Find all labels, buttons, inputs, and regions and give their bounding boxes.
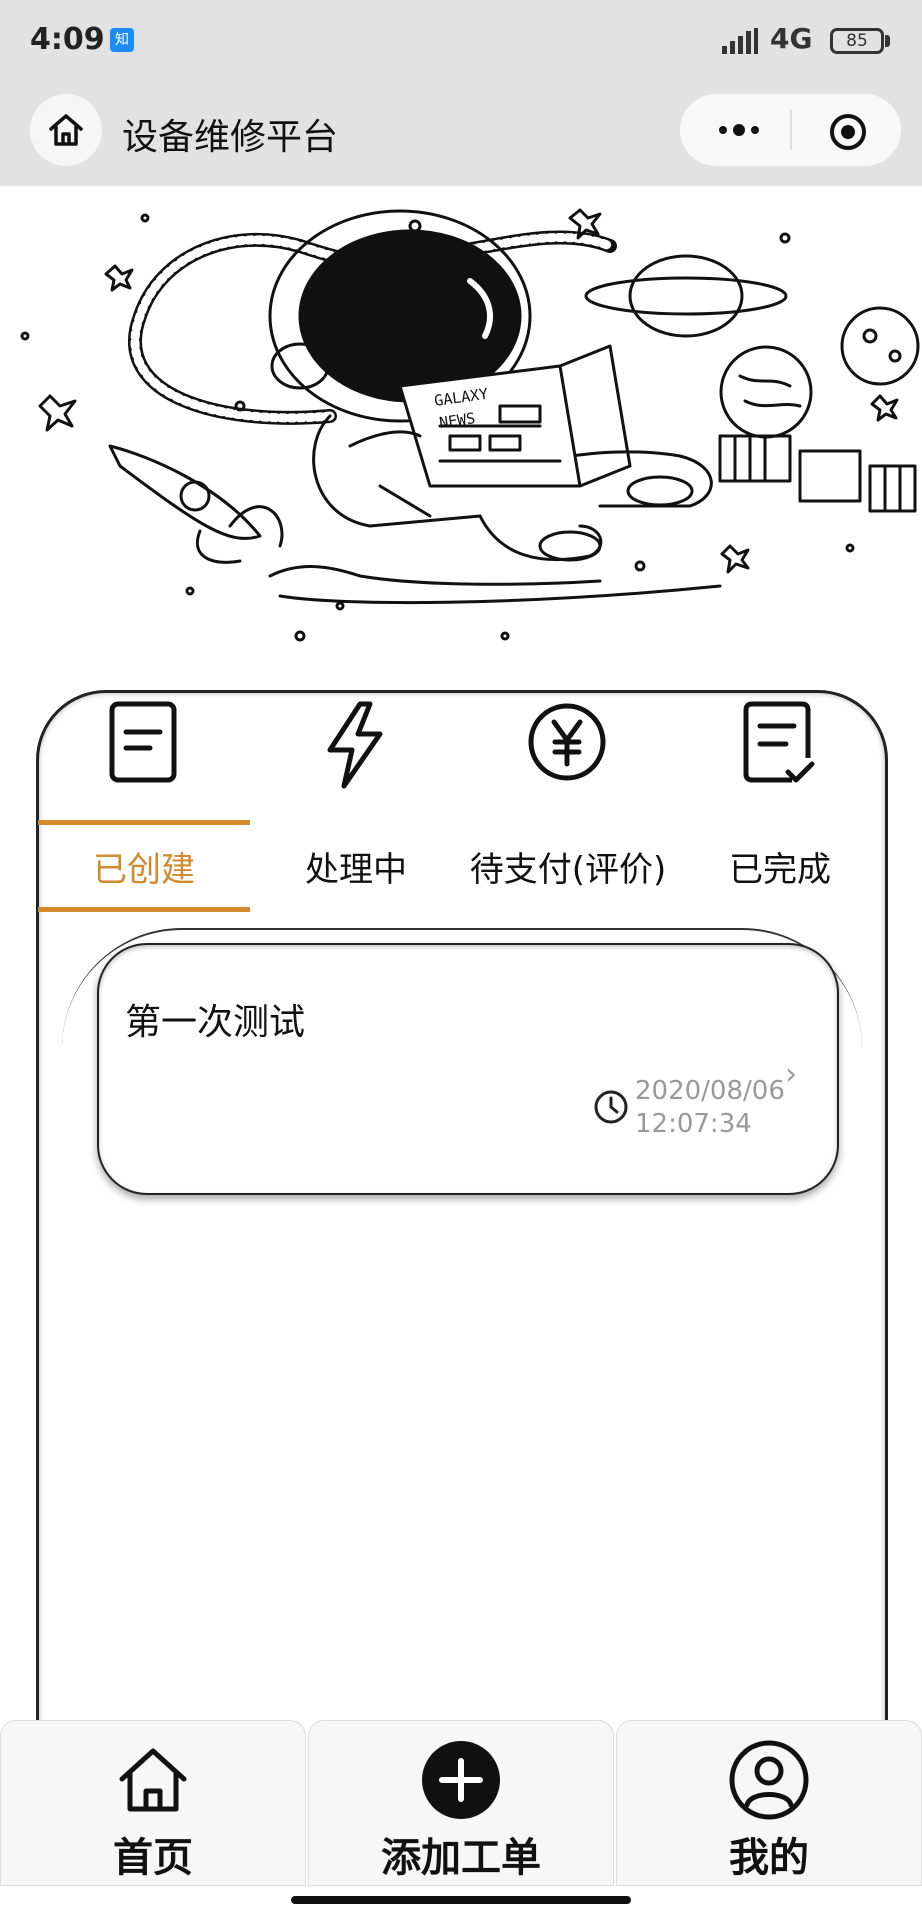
status-tabs: 已创建 处理中 待支付(评价) 已完成 — [38, 820, 886, 912]
target-circle-icon[interactable] — [828, 112, 868, 152]
status-time: 4:09 — [30, 22, 105, 57]
user-circle-icon — [729, 1740, 809, 1820]
page-title: 设备维修平台 — [122, 117, 339, 158]
top-bar: 4:09 知 4G 85 设备维修平台 — [0, 0, 922, 186]
tab-completed[interactable]: 已完成 — [674, 820, 886, 912]
signal-icon — [722, 28, 758, 54]
order-datetime: 2020/08/06 12:07:34 — [635, 1075, 785, 1141]
lightning-icon[interactable] — [310, 700, 400, 790]
home-icon — [119, 1748, 187, 1812]
app-notification-icon: 知 — [110, 28, 134, 52]
order-time: 12:07:34 — [635, 1109, 752, 1139]
battery-level: 85 — [830, 28, 884, 54]
tab-pending-payment[interactable]: 待支付(评价) — [462, 820, 674, 912]
clock-icon — [594, 1090, 628, 1124]
order-title: 第一次测试 — [125, 1002, 306, 1043]
tabbar-home[interactable]: 首页 — [0, 1720, 306, 1886]
more-dots-icon[interactable] — [714, 112, 764, 148]
mini-program-capsule — [680, 94, 901, 166]
tabbar-mine-label: 我的 — [729, 1835, 809, 1881]
chevron-right-icon: › — [785, 1057, 797, 1092]
home-indicator[interactable] — [291, 1896, 631, 1904]
tab-created[interactable]: 已创建 — [38, 820, 250, 912]
capsule-divider — [790, 110, 792, 150]
battery-tip — [885, 35, 890, 47]
plus-circle-icon — [422, 1741, 500, 1819]
bottom-tab-bar: 首页 添加工单 我的 — [0, 1720, 922, 1886]
nav-home-button[interactable] — [30, 94, 102, 166]
document-icon[interactable] — [98, 700, 188, 790]
astronaut-banner-illustration: GALAXY NEWS — [20, 208, 920, 642]
order-card[interactable]: 第一次测试 2020/08/06 12:07:34 › — [97, 943, 839, 1195]
order-date: 2020/08/06 — [635, 1076, 785, 1106]
page: 4:09 知 4G 85 设备维修平台 GALAXY NEWS 已创建 处理中 … — [0, 0, 922, 1920]
tabbar-add-order-label: 添加工单 — [381, 1835, 541, 1881]
tab-processing[interactable]: 处理中 — [250, 820, 462, 912]
network-type: 4G — [770, 22, 813, 55]
document-check-icon[interactable] — [734, 700, 824, 790]
yen-circle-icon[interactable] — [522, 700, 612, 790]
tabbar-home-label: 首页 — [113, 1835, 193, 1881]
tabbar-mine[interactable]: 我的 — [616, 1720, 922, 1886]
tabbar-add-order[interactable]: 添加工单 — [308, 1720, 614, 1886]
home-icon — [49, 114, 83, 146]
